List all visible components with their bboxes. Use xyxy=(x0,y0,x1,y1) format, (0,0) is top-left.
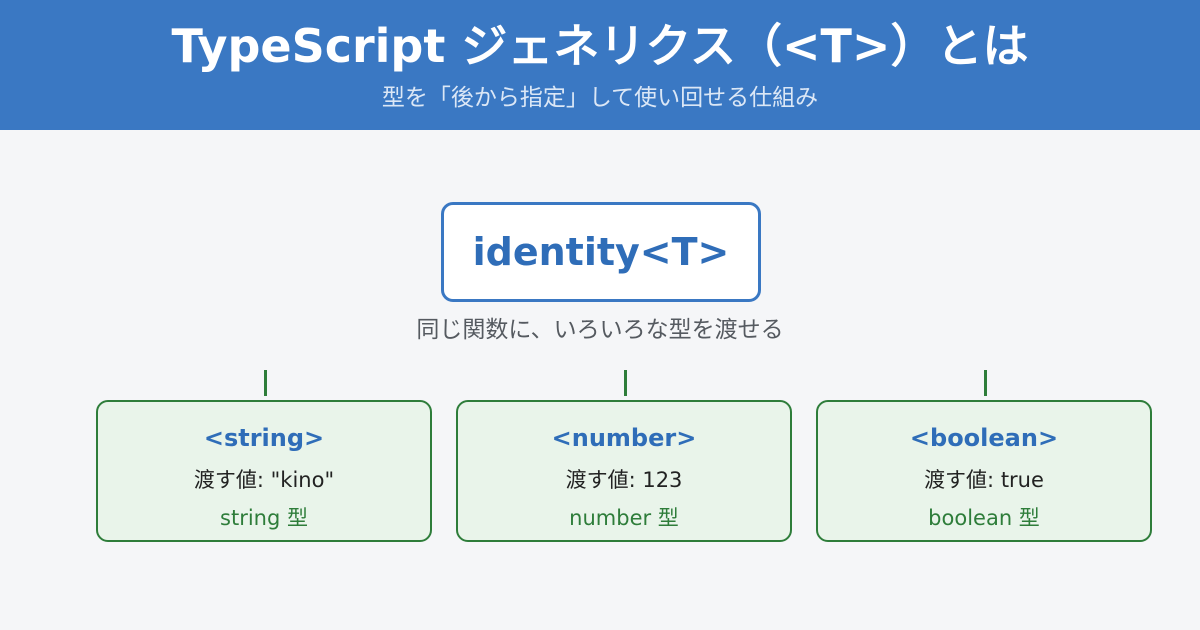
type-card-number: <number> 渡す値: 123 number 型 xyxy=(456,400,792,542)
connector-line-number xyxy=(624,370,627,396)
root-caption: 同じ関数に、いろいろな型を渡せる xyxy=(416,317,784,343)
card-result-type: number 型 xyxy=(569,506,679,530)
card-value-text: 渡す値: true xyxy=(924,468,1044,492)
page-title: TypeScript ジェネリクス（<T>）とは xyxy=(171,19,1029,73)
root-function-label: identity<T> xyxy=(472,230,730,274)
card-value-text: 渡す値: 123 xyxy=(565,468,683,492)
card-type-label: <boolean> xyxy=(909,424,1059,452)
connector-line-string xyxy=(264,370,267,396)
type-card-string: <string> 渡す値: "kino" string 型 xyxy=(96,400,432,542)
type-card-boolean: <boolean> 渡す値: true boolean 型 xyxy=(816,400,1152,542)
card-result-type: boolean 型 xyxy=(928,506,1040,530)
connector-line-boolean xyxy=(984,370,987,396)
card-type-label: <number> xyxy=(551,424,697,452)
root-function-box: identity<T> xyxy=(441,202,761,302)
card-result-type: string 型 xyxy=(220,506,308,530)
card-value-text: 渡す値: "kino" xyxy=(193,468,335,492)
card-type-label: <string> xyxy=(203,424,325,452)
header-banner: TypeScript ジェネリクス（<T>）とは 型を「後から指定」して使い回せ… xyxy=(0,0,1200,130)
page-subtitle: 型を「後から指定」して使い回せる仕組み xyxy=(381,85,819,111)
